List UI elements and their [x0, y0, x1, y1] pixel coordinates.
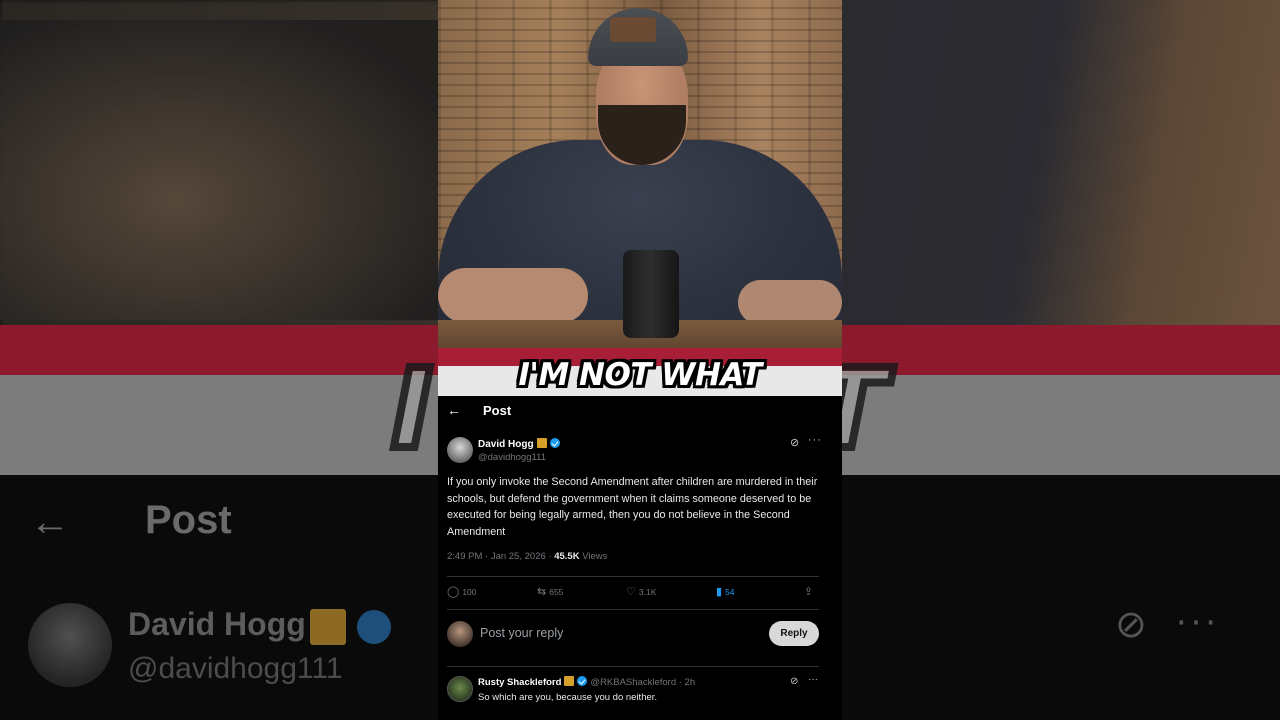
repost-action[interactable]: ⇆ 655	[537, 585, 563, 598]
bookmark-icon: ▮	[716, 586, 723, 598]
divider	[447, 609, 819, 610]
author-handle[interactable]: @davidhogg111	[478, 452, 546, 463]
background-more-icon: ···	[1175, 600, 1219, 642]
commenter-avatar[interactable]	[447, 676, 473, 702]
person-arm-left	[438, 268, 588, 323]
tweet-screenshot: ← Post David Hogg @davidhogg111 ⊘ ··· If…	[438, 396, 830, 720]
divider	[447, 666, 819, 667]
viewer-avatar	[447, 621, 473, 647]
repost-icon: ⇆	[537, 586, 547, 598]
grok-icon[interactable]: ⊘	[790, 436, 799, 449]
background-verified-icon	[357, 610, 391, 644]
background-author-handle: @davidhogg111	[128, 652, 343, 685]
views-count: 45.5K	[554, 551, 580, 562]
reply-count: 100	[462, 586, 477, 597]
repost-count: 655	[549, 586, 564, 597]
verified-check-icon	[549, 438, 560, 448]
grok-icon[interactable]: ⊘	[790, 676, 798, 687]
reply-action[interactable]: ◯ 100	[447, 585, 477, 598]
background-author-name: David Hogg	[128, 606, 306, 642]
background-post-title: Post	[145, 498, 232, 542]
share-action[interactable]: ⇪	[804, 585, 813, 598]
background-gold-badge-icon	[310, 609, 346, 645]
like-action[interactable]: ♡ 3.1K	[626, 585, 656, 598]
bookmark-count: 54	[725, 586, 735, 597]
background-back-arrow-icon: ←	[30, 500, 70, 544]
person-arm-right	[738, 280, 842, 325]
gold-badge-icon	[564, 676, 575, 686]
verified-check-icon	[577, 676, 588, 686]
video-caption: I'M NOT WHAT	[518, 357, 762, 393]
background-grok-icon: ⊘	[1115, 604, 1147, 646]
back-arrow-icon[interactable]: ←	[447, 402, 461, 418]
reply-button[interactable]: Reply	[769, 621, 819, 646]
post-meta: 2:49 PM · Jan 25, 2026 · 45.5K Views	[447, 551, 607, 562]
action-bar: ◯ 100 ⇆ 655 ♡ 3.1K ▮ 54 ⇪	[447, 585, 819, 601]
heart-icon: ♡	[626, 586, 636, 598]
cap-flag-patch	[610, 17, 656, 42]
share-icon: ⇪	[804, 586, 814, 598]
video-scene	[438, 0, 842, 352]
post-header: ← Post	[438, 396, 830, 426]
background-blur-arm	[0, 20, 440, 320]
bookmark-action[interactable]: ▮ 54	[716, 585, 735, 598]
reply-input[interactable]: Post your reply	[480, 626, 563, 640]
more-options-icon[interactable]: ···	[808, 674, 818, 685]
divider	[447, 576, 819, 577]
post-timestamp: 2:49 PM · Jan 25, 2026 ·	[447, 551, 555, 562]
commenter-name-row[interactable]: Rusty Shackleford @RKBAShackleford · 2h	[478, 676, 695, 688]
video-frame[interactable]: I'M NOT WHAT ← Post David Hogg @davidhog…	[438, 0, 842, 720]
commenter-name[interactable]: Rusty Shackleford	[478, 677, 561, 688]
tweet-gutter	[830, 396, 842, 720]
reply-icon: ◯	[447, 586, 460, 598]
views-label: Views	[579, 551, 608, 562]
post-body: If you only invoke the Second Amendment …	[447, 476, 818, 538]
author-name[interactable]: David Hogg	[478, 439, 534, 450]
background-avatar	[28, 603, 112, 687]
like-count: 3.1K	[638, 586, 657, 597]
post-title: Post	[483, 403, 512, 418]
author-name-row[interactable]: David Hogg	[478, 438, 560, 450]
microphone	[623, 250, 679, 338]
gold-badge-icon	[536, 438, 547, 448]
more-options-icon[interactable]: ···	[808, 434, 822, 446]
comment-text: So which are you, because you do neither…	[478, 692, 658, 703]
author-avatar[interactable]	[447, 437, 473, 463]
commenter-handle[interactable]: @RKBAShackleford · 2h	[590, 677, 695, 688]
background-blur-wall	[840, 0, 1280, 330]
